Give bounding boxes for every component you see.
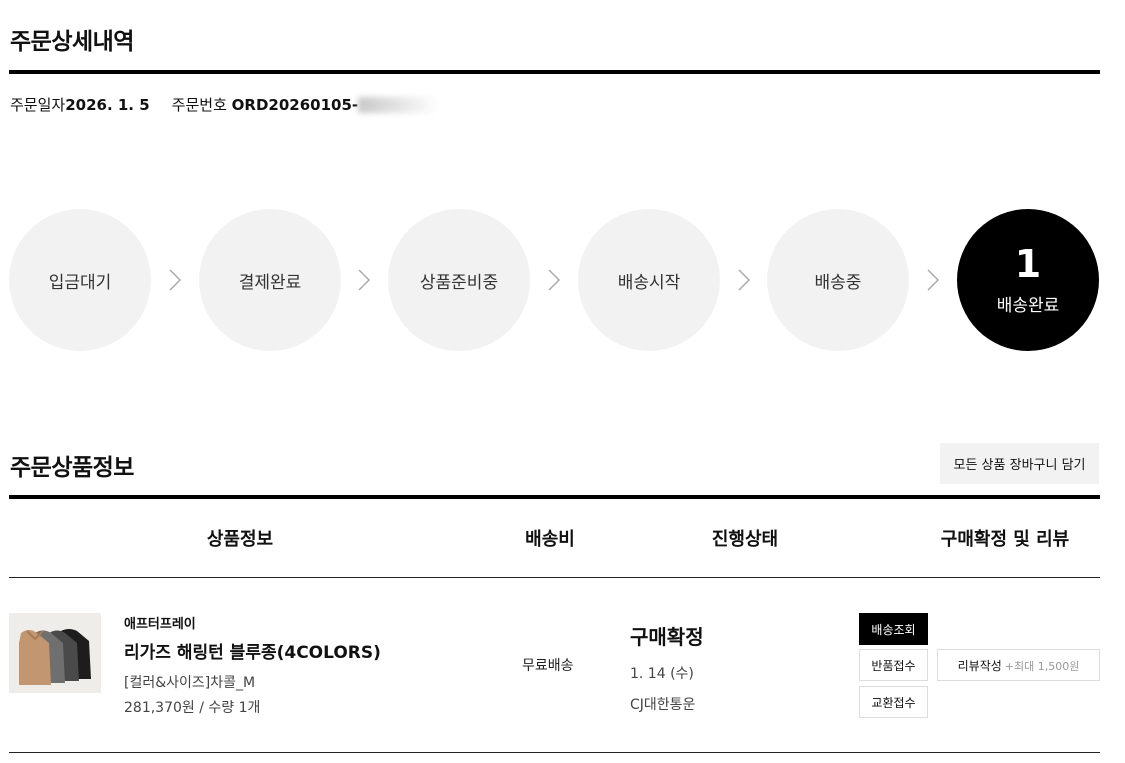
order-number-redacted <box>358 97 439 113</box>
step-shipping-started: 배송시작 <box>578 209 720 351</box>
order-status: 구매확정 <box>630 625 704 649</box>
review-reward-text: +최대 1,500원 <box>1004 659 1080 673</box>
exchange-request-button[interactable]: 교환접수 <box>859 686 928 718</box>
step-label: 상품준비중 <box>419 272 499 293</box>
step-count: 1 <box>1014 241 1042 286</box>
row-divider <box>9 752 1100 753</box>
status-date: 1. 14 (수) <box>630 666 694 682</box>
product-brand[interactable]: 애프터프레이 <box>124 613 196 632</box>
header-divider <box>9 577 1100 578</box>
column-header-status: 진행상태 <box>711 529 779 550</box>
step-label: 결제완료 <box>238 272 302 293</box>
review-button-label: 리뷰작성 <box>957 658 1002 673</box>
step-in-transit: 배송중 <box>767 209 909 351</box>
chevron-right-icon <box>169 269 182 291</box>
step-label: 배송중 <box>814 272 862 293</box>
column-header-confirm-review: 구매확정 및 리뷰 <box>940 529 1070 550</box>
chevron-right-icon <box>927 269 940 291</box>
page-title: 주문상세내역 <box>10 29 134 55</box>
product-price-quantity: 281,370원 / 수량 1개 <box>124 700 261 716</box>
step-label: 배송시작 <box>617 272 681 293</box>
chevron-right-icon <box>358 269 371 291</box>
column-header-shipping-fee: 배송비 <box>525 529 575 550</box>
step-awaiting-payment: 입금대기 <box>9 209 151 351</box>
product-name[interactable]: 리가즈 해링턴 블루종(4COLORS) <box>124 638 381 663</box>
product-option: [컬러&사이즈]차콜_M <box>124 675 256 691</box>
order-date: 2026. 1. 5 <box>65 96 150 114</box>
order-date-label: 주문일자 <box>10 96 66 114</box>
shipping-fee: 무료배송 <box>522 658 574 674</box>
step-delivered: 1 배송완료 <box>957 209 1099 351</box>
column-header-product: 상품정보 <box>206 529 274 550</box>
section-title: 주문상품정보 <box>10 455 134 481</box>
step-payment-complete: 결제완료 <box>199 209 341 351</box>
step-preparing: 상품준비중 <box>388 209 530 351</box>
order-number-label: 주문번호 <box>171 96 227 114</box>
chevron-right-icon <box>738 269 751 291</box>
section-divider <box>9 495 1100 499</box>
product-thumbnail[interactable] <box>9 613 101 693</box>
order-meta: 주문일자2026. 1. 5 주문번호 ORD20260105- <box>10 94 439 115</box>
add-all-to-cart-button[interactable]: 모든 상품 장바구니 담기 <box>940 443 1099 484</box>
step-label: 입금대기 <box>48 272 112 293</box>
track-delivery-button[interactable]: 배송조회 <box>859 613 928 645</box>
step-label: 배송완료 <box>996 295 1060 316</box>
courier-name: CJ대한통운 <box>630 697 696 713</box>
title-divider <box>9 70 1100 74</box>
write-review-button[interactable]: 리뷰작성 +최대 1,500원 <box>937 649 1100 681</box>
return-request-button[interactable]: 반품접수 <box>859 649 928 681</box>
order-number: ORD20260105- <box>231 96 359 114</box>
chevron-right-icon <box>548 269 561 291</box>
